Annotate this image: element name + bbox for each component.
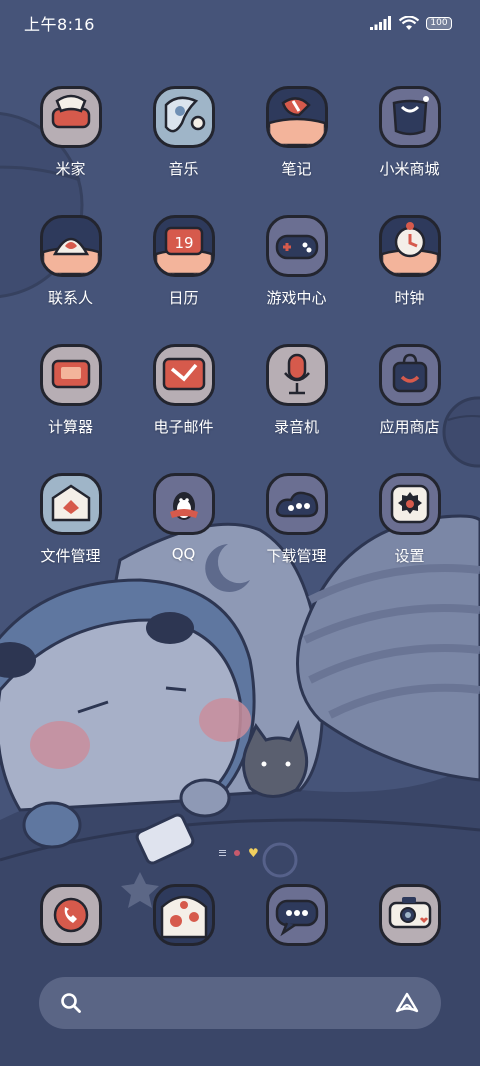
calendar-day: 19 [174,234,193,252]
app-label: 下载管理 [266,547,327,565]
phone-icon[interactable] [39,884,102,946]
page-indicator-dot [234,850,240,856]
qq-icon[interactable] [152,473,215,535]
browser-icon[interactable] [152,884,215,946]
mi-store-icon[interactable] [378,86,441,148]
page-indicator-minus-one [219,850,226,856]
file-manager-icon[interactable] [39,473,102,535]
app-contacts[interactable]: 联系人 [14,215,127,344]
status-time: 上午8:16 [24,15,95,34]
app-label: 应用商店 [379,418,440,436]
app-label: QQ [171,545,196,563]
app-file-manager[interactable]: 文件管理 [14,473,127,602]
app-email[interactable]: 电子邮件 [127,344,240,473]
app-label: 游戏中心 [266,289,327,307]
app-recorder[interactable]: 录音机 [240,344,353,473]
app-label: 设置 [394,547,425,565]
app-grid: 米家 音乐 笔记 小米商城 联系人 19 日历 游戏中心 时钟 计算器 电子邮件… [14,86,466,602]
app-notes[interactable]: 笔记 [240,86,353,215]
dock [14,884,466,946]
app-calculator[interactable]: 计算器 [14,344,127,473]
game-center-icon[interactable] [265,215,328,277]
xiaoai-assistant-icon[interactable] [393,991,421,1015]
downloads-icon[interactable] [265,473,328,535]
app-label: 小米商城 [379,160,440,178]
status-bar: 上午8:16 100 [0,0,480,46]
app-app-store[interactable]: 应用商店 [353,344,466,473]
mijia-icon[interactable] [39,86,102,148]
app-label: 日历 [168,289,199,307]
app-settings[interactable]: 设置 [353,473,466,602]
search-bar[interactable] [39,977,441,1029]
app-label: 联系人 [47,289,93,307]
app-game-center[interactable]: 游戏中心 [240,215,353,344]
battery-icon: 100 [426,16,452,30]
recorder-icon[interactable] [265,344,328,406]
app-label: 笔记 [281,160,312,178]
settings-icon[interactable] [378,473,441,535]
app-label: 录音机 [273,418,319,436]
app-clock[interactable]: 时钟 [353,215,466,344]
contacts-icon[interactable] [39,215,102,277]
app-label: 电子邮件 [153,418,214,436]
app-qq[interactable]: QQ [127,473,240,602]
app-calendar[interactable]: 19 日历 [127,215,240,344]
search-icon[interactable] [59,991,83,1015]
signal-icon [370,16,391,30]
calendar-icon[interactable]: 19 [152,215,215,277]
app-label: 米家 [55,160,86,178]
app-label: 文件管理 [40,547,101,565]
app-store-icon[interactable] [378,344,441,406]
app-music[interactable]: 音乐 [127,86,240,215]
messages-icon[interactable] [265,884,328,946]
clock-icon[interactable] [378,215,441,277]
calculator-icon[interactable] [39,344,102,406]
app-label: 计算器 [47,418,93,436]
notes-icon[interactable] [265,86,328,148]
music-icon[interactable] [152,86,215,148]
wifi-icon [399,15,419,30]
app-label: 时钟 [394,289,425,307]
app-label: 音乐 [168,160,199,178]
email-icon[interactable] [152,344,215,406]
camera-icon[interactable] [378,884,441,946]
page-indicator[interactable]: ♥ [219,846,259,860]
app-mijia[interactable]: 米家 [14,86,127,215]
app-mi-store[interactable]: 小米商城 [353,86,466,215]
heart-icon: ♥ [248,846,259,860]
status-icons: 100 [370,15,452,31]
app-downloads[interactable]: 下载管理 [240,473,353,602]
